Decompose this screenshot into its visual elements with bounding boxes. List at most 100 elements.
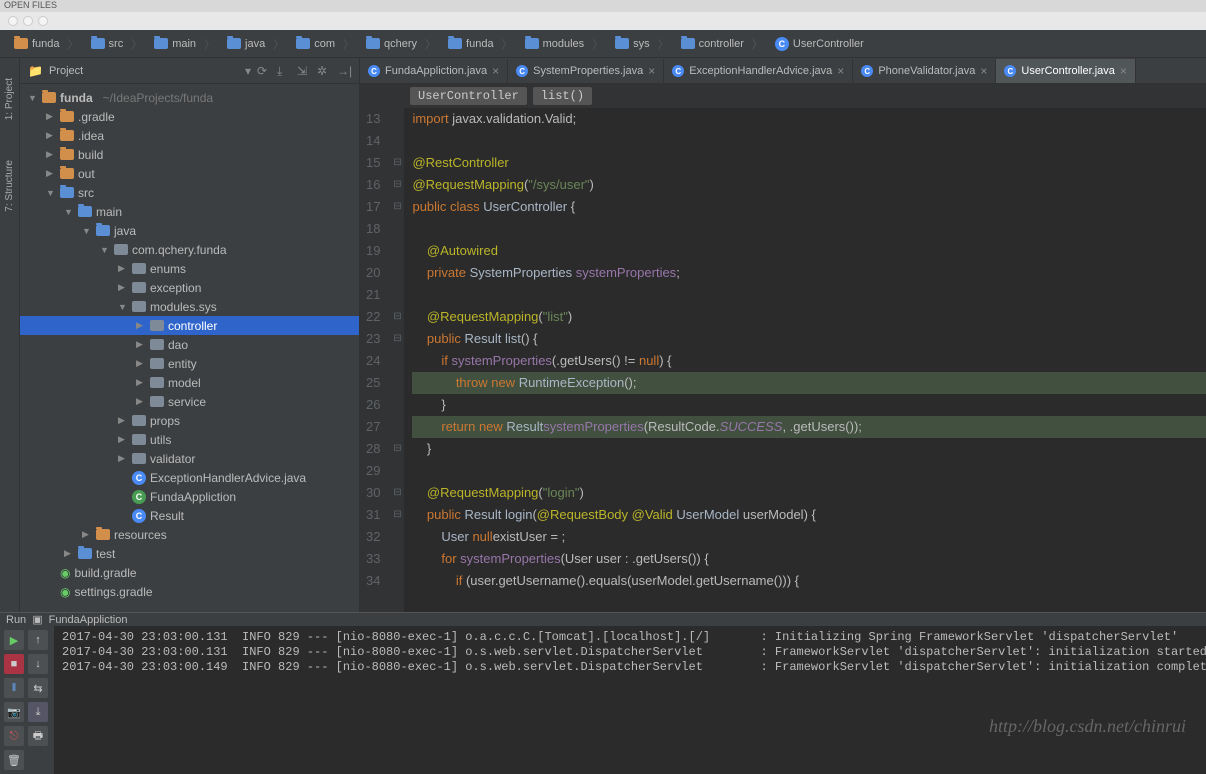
code-editor[interactable]: 1314151617181920212223242526272829303132… [360,108,1206,612]
tree-item-src[interactable]: ▼src [20,183,359,202]
crumb-funda[interactable]: funda [442,36,519,52]
tab-FundaAppliction.java[interactable]: CFundaAppliction.java× [360,59,508,83]
crumb-src[interactable]: src [85,36,149,52]
tree-item-modules.sys[interactable]: ▼modules.sys [20,297,359,316]
tree-arrow[interactable]: ▶ [136,320,146,331]
tree-arrow[interactable]: ▼ [82,226,92,236]
close-dot[interactable] [8,16,18,26]
project-panel-title[interactable]: Project [49,65,239,77]
scroll-to-source-icon[interactable]: ⤓ [277,64,291,78]
tree-item-model[interactable]: ▶model [20,373,359,392]
collapse-all-icon[interactable]: ⇲ [297,64,311,78]
exit-icon[interactable]: ⎋ [4,726,24,746]
tree-item-dao[interactable]: ▶dao [20,335,359,354]
tree-arrow[interactable]: ▶ [118,263,128,274]
crumb-modules[interactable]: modules [519,36,610,52]
tree-item-com.qchery.funda[interactable]: ▼com.qchery.funda [20,240,359,259]
tree-item-ExceptionHandlerAdvice.java[interactable]: CExceptionHandlerAdvice.java [20,468,359,487]
close-icon[interactable]: × [837,64,844,78]
tree-arrow[interactable]: ▶ [118,415,128,426]
minimize-dot[interactable] [23,16,33,26]
zoom-dot[interactable] [38,16,48,26]
tree-item-build.gradle[interactable]: ◉build.gradle [20,563,359,582]
context-method[interactable]: list() [533,87,592,105]
close-icon[interactable]: × [980,64,987,78]
tree-arrow[interactable]: ▼ [46,188,56,198]
context-class[interactable]: UserController [410,87,527,105]
tree-arrow[interactable]: ▶ [136,339,146,350]
up-icon[interactable]: ↑ [28,630,48,650]
tree-item-props[interactable]: ▶props [20,411,359,430]
tree-arrow[interactable]: ▶ [136,377,146,388]
fold-gutter[interactable]: ⊟⊟⊟⊟⊟⊟⊟⊟ [390,108,404,612]
project-tool-tab[interactable]: 1: Project [4,78,15,120]
tree-item-Result[interactable]: CResult [20,506,359,525]
tree-item-entity[interactable]: ▶entity [20,354,359,373]
dump-icon[interactable]: 📷 [4,702,24,722]
print-icon[interactable]: 🖶 [28,726,48,746]
tree-item-main[interactable]: ▼main [20,202,359,221]
crumb-qchery[interactable]: qchery [360,36,442,52]
tree-item-exception[interactable]: ▶exception [20,278,359,297]
down-icon[interactable]: ↓ [28,654,48,674]
settings-icon[interactable]: ✲ [317,64,331,78]
console-output[interactable]: 2017-04-30 23:03:00.131 INFO 829 --- [ni… [54,626,1206,774]
tree-arrow[interactable]: ▶ [46,149,56,160]
tree-item-build[interactable]: ▶build [20,145,359,164]
tree-item-enums[interactable]: ▶enums [20,259,359,278]
crumb-com[interactable]: com [290,36,360,52]
hide-icon[interactable]: →| [337,64,351,78]
tree-item-resources[interactable]: ▶resources [20,525,359,544]
rerun-icon[interactable]: ▶ [4,630,24,650]
crumb-controller[interactable]: controller [675,36,769,52]
tree-arrow[interactable]: ▼ [100,245,110,255]
tree-arrow[interactable]: ▶ [46,111,56,122]
tree-arrow[interactable]: ▶ [46,168,56,179]
tree-item-utils[interactable]: ▶utils [20,430,359,449]
crumb-sys[interactable]: sys [609,36,675,52]
tree-item-java[interactable]: ▼java [20,221,359,240]
pause-icon[interactable]: ‖ [4,678,24,698]
context-bar[interactable]: UserController list() [360,84,1206,108]
stop-icon[interactable]: ■ [4,654,24,674]
tree-arrow[interactable]: ▶ [136,396,146,407]
tree-arrow[interactable]: ▶ [118,434,128,445]
close-icon[interactable]: × [492,64,499,78]
tab-PhoneValidator.java[interactable]: CPhoneValidator.java× [853,59,996,83]
structure-tool-tab[interactable]: 7: Structure [4,160,15,212]
editor-tabs[interactable]: CFundaAppliction.java×CSystemProperties.… [360,58,1206,84]
breadcrumb[interactable]: fundasrcmainjavacomqcheryfundamodulessys… [0,30,1206,58]
tree-item-validator[interactable]: ▶validator [20,449,359,468]
project-tree[interactable]: ▼ funda ~/IdeaProjects/funda ▶.gradle▶.i… [20,84,359,612]
tree-arrow[interactable]: ▶ [136,358,146,369]
tree-arrow[interactable]: ▶ [118,453,128,464]
tree-item-test[interactable]: ▶test [20,544,359,563]
crumb-funda[interactable]: funda [8,36,85,52]
crumb-UserController[interactable]: CUserController [769,37,878,51]
tree-item-service[interactable]: ▶service [20,392,359,411]
run-panel-header[interactable]: Run ▣ FundaAppliction [0,613,1206,626]
tree-arrow[interactable]: ▼ [64,207,74,217]
tab-SystemProperties.java[interactable]: CSystemProperties.java× [508,59,664,83]
tree-item-.gradle[interactable]: ▶.gradle [20,107,359,126]
tree-arrow[interactable]: ▶ [82,529,92,540]
tree-item-out[interactable]: ▶out [20,164,359,183]
tree-root[interactable]: ▼ funda ~/IdeaProjects/funda [20,88,359,107]
crumb-main[interactable]: main [148,36,221,52]
tree-arrow[interactable]: ▶ [118,282,128,293]
scroll-end-icon[interactable]: ⤓ [28,702,48,722]
code-content[interactable]: import javax.validation.Valid; @RestCont… [404,108,1206,612]
tree-item-.idea[interactable]: ▶.idea [20,126,359,145]
run-config-name[interactable]: FundaAppliction [49,614,128,626]
tree-item-FundaAppliction[interactable]: CFundaAppliction [20,487,359,506]
crumb-java[interactable]: java [221,36,290,52]
scroll-from-source-icon[interactable]: ⟳ [257,64,271,78]
close-icon[interactable]: × [648,64,655,78]
tree-arrow[interactable]: ▶ [46,130,56,141]
close-icon[interactable]: × [1120,64,1127,78]
tree-item-controller[interactable]: ▶controller [20,316,359,335]
tree-item-settings.gradle[interactable]: ◉settings.gradle [20,582,359,601]
gc-icon[interactable]: 🗑 [4,750,24,770]
tab-UserController.java[interactable]: CUserController.java× [996,59,1136,83]
tree-arrow[interactable]: ▶ [64,548,74,559]
